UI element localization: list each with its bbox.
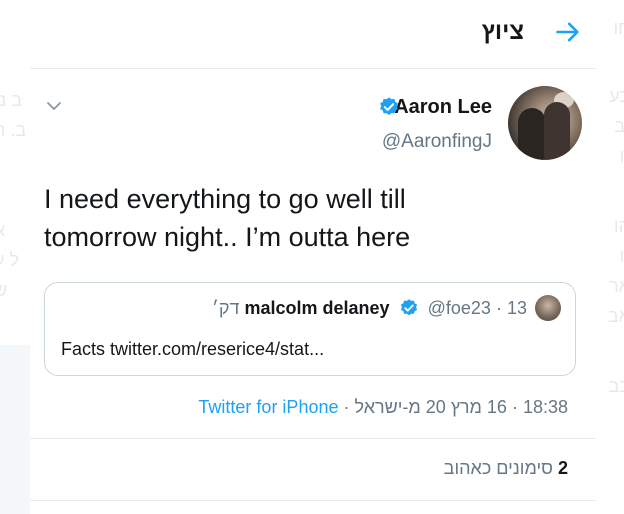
- quoted-author-avatar: [535, 295, 561, 321]
- chevron-down-icon[interactable]: [44, 96, 64, 116]
- separator-dot: ·: [495, 298, 502, 318]
- tweet-header: ציוץ: [30, 0, 596, 66]
- author-name[interactable]: Aaron Lee: [394, 96, 492, 119]
- verified-badge-icon: [380, 97, 398, 115]
- separator-dot: ·: [343, 397, 350, 417]
- likes-link[interactable]: 2 סימונים כאהוב: [444, 458, 568, 479]
- tweet-text: I need everything to go well till tomorr…: [44, 184, 411, 252]
- author-handle[interactable]: @AaronfingJ: [382, 131, 492, 153]
- background-panel: [0, 345, 32, 514]
- back-button[interactable]: [548, 14, 588, 50]
- tweet-meta: 18:38 · 16 מרץ 20 מ-ישראל · Twitter for …: [198, 397, 568, 418]
- meta-divider: [30, 438, 596, 439]
- separator-dot: ·: [511, 397, 518, 417]
- tweet-date-location: 16 מרץ 20 מ-ישראל: [354, 397, 507, 417]
- quoted-tweet-text: Facts twitter.com/reserice4/stat...: [61, 339, 325, 359]
- likes-label: סימונים כאהוב: [443, 458, 553, 478]
- verified-badge-icon: [400, 299, 417, 316]
- arrow-right-icon: [556, 22, 579, 42]
- background-right: חו בע ב. זו הו זו אר אב בב: [607, 18, 624, 396]
- tweet-time: 18:38: [522, 397, 568, 417]
- tweet-card: ציוץ Aaron Lee @AaronfingJ I need everyt…: [30, 0, 596, 514]
- quoted-tweet[interactable]: malcolm delaney @foe23 · 13 דק׳ Facts tw…: [44, 282, 576, 376]
- likes-divider: [30, 500, 596, 501]
- header-divider: [30, 68, 596, 69]
- quoted-author-name: malcolm delaney: [244, 298, 390, 318]
- author-avatar[interactable]: [508, 86, 582, 160]
- quoted-tweet-header: malcolm delaney @foe23 · 13 דק׳: [212, 298, 527, 319]
- likes-count: 2: [557, 458, 568, 478]
- page-title: ציוץ: [481, 18, 524, 45]
- quoted-author-handle: @foe23: [427, 298, 491, 318]
- tweet-source-link[interactable]: Twitter for iPhone: [198, 397, 338, 417]
